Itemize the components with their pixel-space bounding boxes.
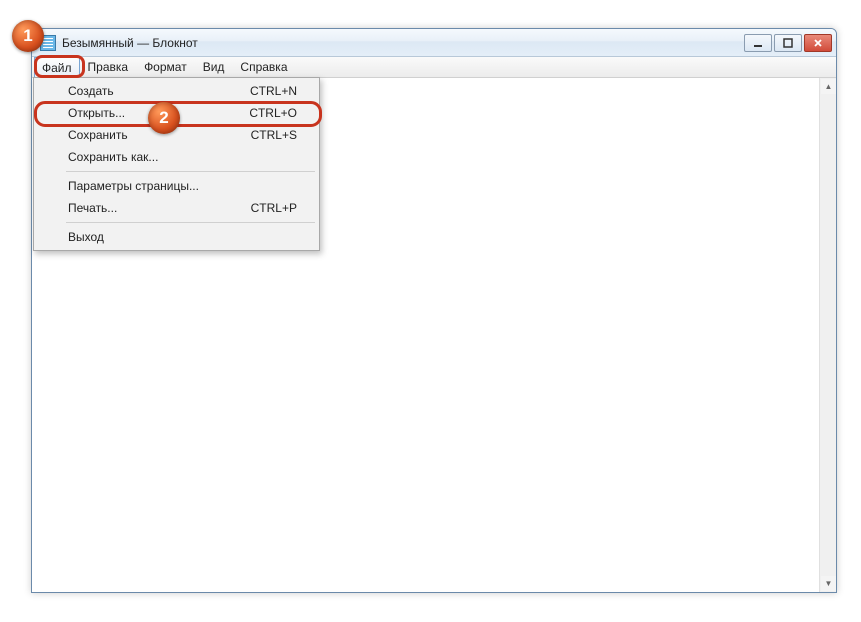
menu-item-shortcut: CTRL+P	[251, 201, 297, 215]
annotation-badge-1: 1	[12, 20, 44, 52]
menu-view[interactable]: Вид	[195, 57, 233, 77]
menu-item-label: Параметры страницы...	[68, 179, 297, 193]
minimize-button[interactable]	[744, 34, 772, 52]
menu-item-shortcut: CTRL+S	[251, 128, 297, 142]
scroll-down-button[interactable]: ▼	[821, 576, 836, 591]
menu-item-label: Печать...	[68, 201, 251, 215]
menu-file[interactable]: Файл	[34, 57, 80, 77]
menu-help[interactable]: Справка	[232, 57, 295, 77]
close-button[interactable]	[804, 34, 832, 52]
menu-item-new[interactable]: Создать CTRL+N	[36, 80, 317, 102]
menu-item-print[interactable]: Печать... CTRL+P	[36, 197, 317, 219]
menu-format[interactable]: Формат	[136, 57, 195, 77]
menu-item-label: Сохранить как...	[68, 150, 297, 164]
menu-item-shortcut: CTRL+N	[250, 84, 297, 98]
maximize-button[interactable]	[774, 34, 802, 52]
menu-item-save-as[interactable]: Сохранить как...	[36, 146, 317, 168]
vertical-scrollbar[interactable]: ▲ ▼	[819, 78, 836, 592]
window-controls	[744, 34, 832, 52]
menubar: Файл Правка Формат Вид Справка	[32, 57, 836, 78]
menu-edit[interactable]: Правка	[80, 57, 137, 77]
window-title: Безымянный — Блокнот	[62, 36, 744, 50]
scroll-up-button[interactable]: ▲	[821, 79, 836, 94]
file-dropdown-menu: Создать CTRL+N Открыть... CTRL+O Сохрани…	[33, 77, 320, 251]
menu-item-label: Выход	[68, 230, 297, 244]
menu-item-exit[interactable]: Выход	[36, 226, 317, 248]
menu-item-page-setup[interactable]: Параметры страницы...	[36, 175, 317, 197]
menu-separator	[66, 222, 315, 223]
menu-item-label: Создать	[68, 84, 250, 98]
titlebar[interactable]: Безымянный — Блокнот	[32, 29, 836, 57]
annotation-badge-2: 2	[148, 102, 180, 134]
menu-item-shortcut: CTRL+O	[249, 106, 297, 120]
menu-separator	[66, 171, 315, 172]
